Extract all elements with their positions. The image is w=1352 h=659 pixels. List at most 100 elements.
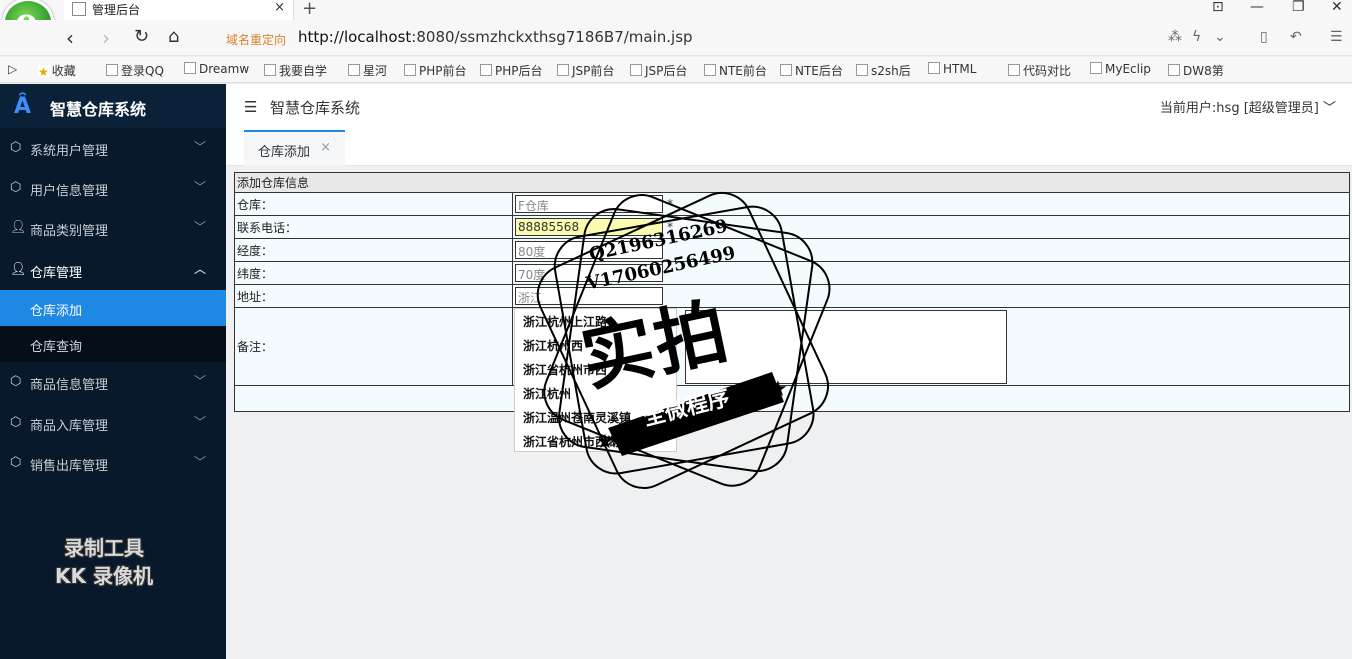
lightning-icon[interactable]: ϟ xyxy=(1192,29,1201,45)
browser-tab-title: 管理后台 xyxy=(92,3,141,17)
close-tab-icon[interactable]: × xyxy=(320,140,331,155)
chevron-down-icon: ﹀ xyxy=(193,415,206,429)
restore-icon[interactable]: ❐ xyxy=(1292,0,1305,15)
chevron-down-icon[interactable]: ⌄ xyxy=(1214,29,1226,45)
reload-icon[interactable]: ↻ xyxy=(134,26,149,47)
url-path: :8080/ssmzhckxthsg7186B7/main.jsp xyxy=(411,28,693,46)
cube-icon: ⬡ xyxy=(10,415,22,430)
field-label: 备注： xyxy=(234,307,513,386)
user-icon: 👤︎ xyxy=(10,220,27,235)
cube-icon: ⬡ xyxy=(10,140,22,155)
shirt-icon[interactable]: ⊡ xyxy=(1212,0,1224,15)
longitude-input[interactable]: 80度 xyxy=(515,241,663,259)
autocomplete-option[interactable]: 浙江省杭州市西 xyxy=(523,361,607,378)
sidebar-item-stock-in[interactable]: ⬡ 商品入库管理 ﹀ xyxy=(0,403,226,443)
tab-warehouse-add[interactable]: 仓库添加 × xyxy=(244,130,345,166)
redirect-label: 域名重定向 xyxy=(226,33,287,47)
field-label: 联系电话： xyxy=(234,215,513,239)
browser-tab-bar: 管理后台 × + ⊡ — ❐ ✕ xyxy=(0,0,1352,20)
page-favicon-icon xyxy=(72,2,86,16)
autocomplete-option[interactable]: 浙江杭州 xyxy=(523,385,571,402)
undo-icon[interactable]: ↶ xyxy=(1290,29,1302,45)
autocomplete-option[interactable]: 浙江温州苍南灵溪镇 xyxy=(523,409,631,426)
field-label: 经度： xyxy=(234,238,513,262)
cube-icon: ⬡ xyxy=(10,180,22,195)
bookmark-item[interactable]: 代码对比 xyxy=(1008,62,1071,79)
close-tab-icon[interactable]: × xyxy=(274,0,285,15)
browser-tab[interactable]: 管理后台 × xyxy=(64,0,294,20)
url-host: http://localhost xyxy=(298,28,412,46)
bookmark-item[interactable]: JSP后台 xyxy=(630,62,687,79)
collapse-menu-icon[interactable]: ☰ xyxy=(244,98,257,116)
autocomplete-option[interactable]: 浙江杭州上江路 xyxy=(523,313,607,330)
minimize-icon[interactable]: — xyxy=(1250,0,1264,15)
recorder-watermark: 录制工具 KK 录像机 xyxy=(55,536,153,588)
form-header: 添加仓库信息 xyxy=(234,172,1350,193)
chevron-up-icon: ︿ xyxy=(193,262,206,276)
new-tab-button[interactable]: + xyxy=(302,0,317,19)
sidebar: Ȃ 智慧仓库系统 ⬡ 系统用户管理 ﹀ ⬡ 用户信息管理 ﹀ 👤︎ 商品类别管理… xyxy=(0,84,226,659)
sidebar-item-goods-info[interactable]: ⬡ 商品信息管理 ﹀ xyxy=(0,362,226,402)
bookmark-item[interactable]: PHP前台 xyxy=(404,62,467,79)
back-icon[interactable]: ‹ xyxy=(66,26,74,50)
bookmark-item[interactable]: HTML xyxy=(928,62,976,76)
reader-icon[interactable]: ▯ xyxy=(1260,29,1268,45)
sidebar-item-user-info[interactable]: ⬡ 用户信息管理 ﹀ xyxy=(0,168,226,208)
menu-icon[interactable]: ☰ xyxy=(1330,29,1343,45)
address-autocomplete-list: 浙江杭州上江路 浙江杭州西 浙江省杭州市西 浙江杭州 浙江温州苍南灵溪镇 浙江省… xyxy=(514,308,677,452)
bookmark-item[interactable]: NTE前台 xyxy=(704,62,767,79)
close-window-icon[interactable]: ✕ xyxy=(1331,0,1343,15)
phone-input[interactable]: 88885568 xyxy=(515,218,663,236)
bookmark-item[interactable]: ★ 收藏 xyxy=(38,62,76,79)
brand-logo-icon: Ȃ xyxy=(14,94,32,119)
required-mark: * xyxy=(667,196,673,211)
field-label: 地址： xyxy=(234,284,513,308)
url-input[interactable]: http://localhost:8080/ssmzhckxthsg7186B7… xyxy=(298,28,693,46)
chevron-down-icon: ﹀ xyxy=(193,220,206,234)
remark-textarea[interactable] xyxy=(685,309,1007,384)
address-input[interactable]: 浙江 xyxy=(515,287,663,305)
warehouse-name-input[interactable]: F仓库 xyxy=(515,195,663,213)
sidebar-subitem-warehouse-add[interactable]: 仓库添加 xyxy=(0,290,226,326)
forward-icon[interactable]: › xyxy=(102,26,110,50)
chevron-down-icon: ﹀ xyxy=(193,140,206,154)
bookmark-item[interactable]: 我要自学 xyxy=(264,62,327,79)
bookmark-item[interactable]: MyEclip xyxy=(1090,62,1151,76)
chevron-down-icon: ﹀ xyxy=(1322,101,1336,116)
grid-icon[interactable]: ⁂ xyxy=(1168,29,1182,45)
chevron-down-icon: ﹀ xyxy=(193,180,206,194)
field-label: 仓库： xyxy=(234,192,513,216)
cube-icon: ⬡ xyxy=(10,455,22,470)
bookmark-item[interactable]: Dreamw xyxy=(184,62,249,76)
autocomplete-option[interactable]: 浙江省杭州市西湖 xyxy=(523,433,619,450)
bookmark-item[interactable]: NTE后台 xyxy=(780,62,843,79)
autocomplete-option[interactable]: 浙江杭州西 xyxy=(523,337,583,354)
latitude-input[interactable]: 70度 xyxy=(515,264,663,282)
brand-title: 智慧仓库系统 xyxy=(50,100,147,119)
sidebar-item-warehouse[interactable]: 👤︎ 仓库管理 ︿ xyxy=(0,250,226,290)
bookmark-item[interactable]: PHP后台 xyxy=(480,62,543,79)
sidebar-item-category[interactable]: 👤︎ 商品类别管理 ﹀ xyxy=(0,208,226,248)
user-icon: 👤︎ xyxy=(10,262,27,277)
chevron-down-icon: ﹀ xyxy=(193,374,206,388)
sidebar-toggle-icon[interactable]: ▷ xyxy=(8,62,17,76)
field-label: 纬度： xyxy=(234,261,513,285)
cube-icon: ⬡ xyxy=(10,374,22,389)
home-icon[interactable]: ⌂ xyxy=(168,26,179,47)
app-header: ☰ 智慧仓库系统 当前用户:hsg [超级管理员] ﹀ 仓库添加 × xyxy=(226,84,1352,166)
bookmark-item[interactable]: DW8第 xyxy=(1168,62,1224,79)
form-actions-row xyxy=(234,385,1350,412)
bookmark-item[interactable]: JSP前台 xyxy=(557,62,614,79)
page-title: 智慧仓库系统 xyxy=(270,99,361,117)
bookmark-item[interactable]: 登录QQ xyxy=(106,62,164,79)
sidebar-item-stock-out[interactable]: ⬡ 销售出库管理 ﹀ xyxy=(0,443,226,483)
main-content: 添加仓库信息 仓库： F仓库 * 联系电话： 88885568 * 经度： 80度 … xyxy=(226,166,1352,659)
brand: Ȃ 智慧仓库系统 xyxy=(0,84,226,128)
address-bar: ‹ › ↻ ⌂ 域名重定向 http://localhost:8080/ssmz… xyxy=(0,20,1352,56)
sidebar-item-system-users[interactable]: ⬡ 系统用户管理 ﹀ xyxy=(0,128,226,168)
bookmark-item[interactable]: 星河 xyxy=(348,62,387,79)
bookmark-item[interactable]: s2sh后 xyxy=(856,62,911,79)
required-mark: * xyxy=(667,219,673,234)
sidebar-subitem-warehouse-query[interactable]: 仓库查询 xyxy=(0,326,226,362)
current-user-dropdown[interactable]: 当前用户:hsg [超级管理员] ﹀ xyxy=(1160,97,1336,116)
